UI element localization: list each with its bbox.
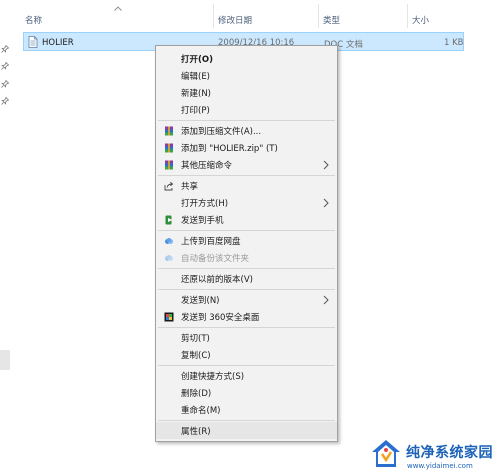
- menu-item-label: 属性(R): [181, 427, 211, 437]
- site-watermark: 纯净系统家园 www.yidaimei.com: [366, 436, 500, 474]
- document-file-icon: [28, 36, 38, 48]
- menu-item-upload-baidu[interactable]: 上传到百度网盘: [156, 232, 337, 249]
- column-name[interactable]: 名称: [25, 14, 42, 26]
- menu-item-label: 编辑(E): [181, 72, 211, 82]
- menu-item-label: 发送到 360安全桌面: [181, 313, 260, 323]
- menu-separator: [158, 230, 335, 231]
- menu-separator: [158, 268, 335, 269]
- menu-item-label: 重命名(M): [181, 406, 221, 416]
- column-modified[interactable]: 修改日期: [218, 14, 252, 26]
- menu-item-label: 添加到 "HOLIER.zip" (T): [181, 144, 278, 154]
- winrar-archive-icon: [165, 143, 173, 153]
- menu-separator: [158, 120, 335, 121]
- chevron-right-icon: [323, 160, 329, 170]
- menu-item-label: 复制(C): [181, 351, 211, 361]
- menu-item-properties[interactable]: 属性(R): [156, 422, 337, 439]
- 360-desktop-icon: [164, 312, 174, 322]
- column-divider[interactable]: [407, 4, 408, 28]
- menu-separator: [158, 175, 335, 176]
- column-header: 名称 修改日期 类型 大小: [0, 0, 500, 28]
- context-menu: 打开(O) 编辑(E) 新建(N) 打印(P) 添加到压缩文件(A)... 添加…: [155, 45, 338, 442]
- menu-item-label: 发送到手机: [181, 216, 224, 226]
- menu-item-label: 剪切(T): [181, 334, 210, 344]
- menu-separator: [158, 365, 335, 366]
- menu-separator: [158, 420, 335, 421]
- menu-separator: [158, 327, 335, 328]
- send-to-phone-icon: [165, 215, 173, 225]
- menu-item-auto-backup[interactable]: 自动备份该文件夹: [156, 249, 337, 266]
- menu-item-label: 其他压缩命令: [181, 161, 233, 171]
- menu-item-label: 删除(D): [181, 389, 212, 399]
- pin-icon[interactable]: [1, 97, 9, 105]
- menu-item-send-to[interactable]: 发送到(N): [156, 291, 337, 308]
- menu-item-label: 上传到百度网盘: [181, 237, 241, 247]
- pin-icon[interactable]: [1, 80, 9, 88]
- menu-item-share[interactable]: 共享: [156, 177, 337, 194]
- baidu-cloud-icon: [165, 255, 173, 261]
- pin-icon[interactable]: [1, 45, 9, 53]
- menu-item-label: 打开方式(H): [181, 199, 229, 209]
- menu-item-label: 新建(N): [181, 89, 211, 99]
- winrar-archive-icon: [165, 160, 173, 170]
- baidu-cloud-icon: [165, 238, 173, 244]
- winrar-archive-icon: [165, 126, 173, 136]
- chevron-right-icon: [323, 198, 329, 208]
- menu-item-add-archive[interactable]: 添加到压缩文件(A)...: [156, 122, 337, 139]
- menu-item-print[interactable]: 打印(P): [156, 101, 337, 118]
- menu-item-label: 自动备份该文件夹: [181, 254, 250, 264]
- pin-icon[interactable]: [1, 62, 9, 70]
- menu-item-new[interactable]: 新建(N): [156, 84, 337, 101]
- menu-item-send-360[interactable]: 发送到 360安全桌面: [156, 308, 337, 325]
- menu-item-label: 创建快捷方式(S): [181, 372, 245, 382]
- menu-separator: [158, 289, 335, 290]
- nav-pane-scrollbar[interactable]: [0, 350, 10, 370]
- menu-item-rename[interactable]: 重命名(M): [156, 401, 337, 418]
- menu-item-label: 打开(O): [181, 55, 213, 65]
- column-size[interactable]: 大小: [412, 14, 429, 26]
- menu-item-label: 添加到压缩文件(A)...: [181, 127, 262, 137]
- menu-item-copy[interactable]: 复制(C): [156, 346, 337, 363]
- menu-item-create-shortcut[interactable]: 创建快捷方式(S): [156, 367, 337, 384]
- column-divider[interactable]: [318, 4, 319, 28]
- menu-item-add-zip[interactable]: 添加到 "HOLIER.zip" (T): [156, 139, 337, 156]
- menu-item-open-with[interactable]: 打开方式(H): [156, 194, 337, 211]
- file-size: 1 KB: [444, 38, 464, 48]
- menu-item-delete[interactable]: 删除(D): [156, 384, 337, 401]
- menu-item-restore-versions[interactable]: 还原以前的版本(V): [156, 270, 337, 287]
- watermark-url: www.yidaimei.com: [407, 462, 473, 470]
- menu-item-label: 还原以前的版本(V): [181, 275, 253, 285]
- watermark-title: 纯净系统家园: [406, 445, 493, 461]
- menu-item-open[interactable]: 打开(O): [156, 50, 337, 67]
- sort-ascending-icon: [114, 6, 122, 11]
- menu-item-edit[interactable]: 编辑(E): [156, 67, 337, 84]
- menu-item-cut[interactable]: 剪切(T): [156, 329, 337, 346]
- menu-item-label: 打印(P): [181, 106, 210, 116]
- menu-item-send-phone[interactable]: 发送到手机: [156, 211, 337, 228]
- column-type[interactable]: 类型: [323, 14, 340, 26]
- menu-item-label: 发送到(N): [181, 296, 220, 306]
- menu-item-other-compress[interactable]: 其他压缩命令: [156, 156, 337, 173]
- column-divider[interactable]: [213, 4, 214, 28]
- chevron-right-icon: [323, 295, 329, 305]
- file-name: HOLIER: [42, 38, 74, 48]
- menu-item-label: 共享: [181, 182, 199, 192]
- share-icon: [164, 181, 174, 191]
- house-logo-icon: [372, 440, 400, 467]
